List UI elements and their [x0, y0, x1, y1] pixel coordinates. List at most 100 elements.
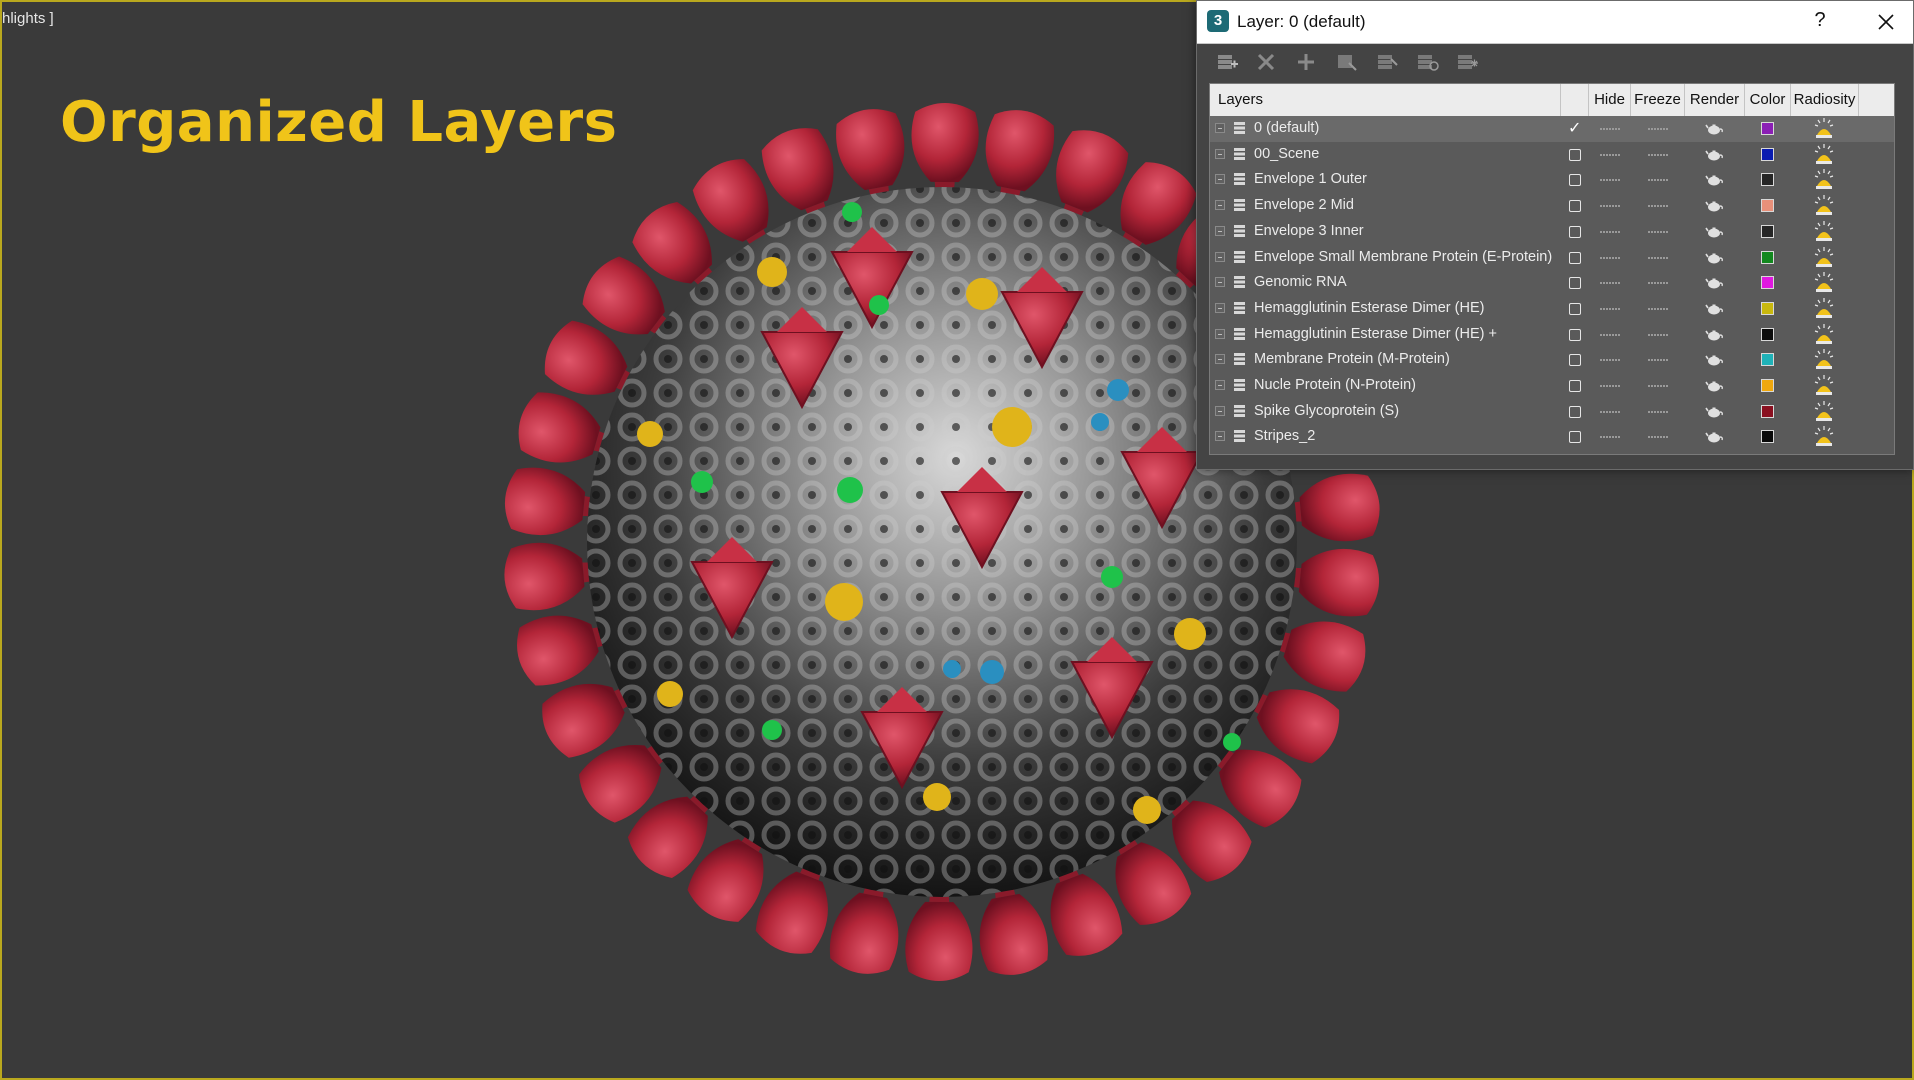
hide-toggle-icon[interactable] [1600, 230, 1620, 234]
layer-row[interactable]: Envelope 2 Mid [1210, 193, 1894, 219]
hide-toggle-icon[interactable] [1600, 127, 1620, 131]
add-to-layer-icon[interactable] [1291, 47, 1321, 77]
set-current-checkbox[interactable] [1569, 225, 1581, 238]
freeze-toggle-icon[interactable] [1648, 230, 1668, 234]
highlight-selected-icon[interactable] [1371, 47, 1401, 77]
hide-toggle-icon[interactable] [1600, 435, 1620, 439]
freeze-toggle-icon[interactable] [1648, 384, 1668, 388]
layer-row[interactable]: Hemagglutinin Esterase Dimer (HE) [1210, 296, 1894, 322]
layer-name[interactable]: Genomic RNA [1254, 274, 1347, 290]
expand-toggle[interactable] [1215, 354, 1225, 365]
set-current-checkbox[interactable] [1569, 302, 1581, 315]
column-header-color[interactable]: Color [1745, 84, 1791, 116]
freeze-toggle-icon[interactable] [1648, 307, 1668, 311]
close-icon[interactable] [1871, 7, 1901, 37]
layer-name[interactable]: Envelope 3 Inner [1254, 223, 1364, 239]
render-teapot-icon[interactable] [1705, 379, 1723, 393]
help-button[interactable]: ? [1805, 9, 1835, 32]
radiosity-lamp-icon[interactable] [1812, 220, 1836, 242]
expand-toggle[interactable] [1215, 225, 1225, 236]
expand-toggle[interactable] [1215, 380, 1225, 390]
layer-name[interactable]: 00_Scene [1254, 146, 1319, 162]
set-current-checkbox[interactable] [1569, 431, 1581, 444]
freeze-toggle-icon[interactable] [1648, 333, 1668, 337]
hide-toggle-icon[interactable] [1600, 153, 1620, 157]
column-header-render[interactable]: Render [1685, 84, 1745, 116]
radiosity-lamp-icon[interactable] [1812, 323, 1836, 345]
freeze-toggle-icon[interactable] [1648, 358, 1668, 362]
expand-toggle[interactable] [1215, 174, 1225, 185]
set-current-checkbox[interactable] [1569, 174, 1581, 187]
hide-toggle-icon[interactable] [1600, 281, 1620, 285]
layer-name[interactable]: 0 (default) [1254, 120, 1319, 136]
freeze-toggle-icon[interactable] [1648, 127, 1668, 131]
radiosity-lamp-icon[interactable] [1812, 117, 1836, 139]
layer-row[interactable]: 0 (default) ✓ [1210, 116, 1894, 142]
layer-color-swatch[interactable] [1761, 404, 1774, 418]
layer-color-swatch[interactable] [1761, 173, 1774, 187]
dialog-titlebar[interactable]: 3 Layer: 0 (default) ? [1197, 1, 1913, 44]
render-teapot-icon[interactable] [1705, 302, 1723, 316]
viewport-label[interactable]: hlights ] [2, 10, 54, 27]
radiosity-lamp-icon[interactable] [1812, 348, 1836, 370]
render-teapot-icon[interactable] [1705, 251, 1723, 265]
render-teapot-icon[interactable] [1705, 199, 1723, 213]
render-teapot-icon[interactable] [1705, 173, 1723, 187]
radiosity-lamp-icon[interactable] [1812, 194, 1836, 216]
layer-row[interactable]: Membrane Protein (M-Protein) [1210, 347, 1894, 373]
freeze-toggle-icon[interactable] [1648, 281, 1668, 285]
layer-color-swatch[interactable] [1761, 122, 1774, 135]
layer-name[interactable]: Stripes_2 [1254, 428, 1315, 444]
hide-toggle-icon[interactable] [1600, 358, 1620, 362]
delete-layer-icon[interactable] [1251, 47, 1281, 77]
layer-row[interactable]: Envelope 3 Inner [1210, 219, 1894, 245]
layer-name[interactable]: Envelope Small Membrane Protein (E-Prote… [1254, 249, 1552, 265]
column-header-freeze[interactable]: Freeze [1631, 84, 1685, 116]
render-teapot-icon[interactable] [1705, 225, 1723, 239]
layer-row[interactable]: Genomic RNA [1210, 270, 1894, 296]
expand-toggle[interactable] [1215, 123, 1225, 133]
freeze-toggle-icon[interactable] [1648, 153, 1668, 157]
radiosity-lamp-icon[interactable] [1812, 271, 1836, 293]
layer-color-swatch[interactable] [1761, 301, 1774, 315]
radiosity-lamp-icon[interactable] [1812, 400, 1836, 422]
render-teapot-icon[interactable] [1705, 122, 1723, 136]
expand-toggle[interactable] [1215, 431, 1225, 442]
layer-row[interactable]: Envelope 1 Outer [1210, 167, 1894, 193]
hide-toggle-icon[interactable] [1600, 384, 1620, 388]
freeze-toggle-icon[interactable] [1648, 435, 1668, 439]
set-current-checkbox[interactable] [1569, 405, 1581, 418]
set-current-checkbox[interactable] [1569, 380, 1581, 392]
set-current-checkbox[interactable] [1569, 251, 1581, 264]
column-header-current[interactable] [1561, 84, 1589, 116]
freeze-all-icon[interactable] [1451, 47, 1481, 77]
column-header-hide[interactable]: Hide [1589, 84, 1631, 116]
freeze-toggle-icon[interactable] [1648, 204, 1668, 208]
radiosity-lamp-icon[interactable] [1812, 168, 1836, 190]
hide-toggle-icon[interactable] [1600, 333, 1620, 337]
layer-color-swatch[interactable] [1761, 276, 1774, 290]
expand-toggle[interactable] [1215, 277, 1225, 288]
expand-toggle[interactable] [1215, 200, 1225, 211]
radiosity-lamp-icon[interactable] [1812, 374, 1836, 396]
layer-row[interactable]: Envelope Small Membrane Protein (E-Prote… [1210, 245, 1894, 271]
layer-color-swatch[interactable] [1761, 224, 1774, 238]
layer-name[interactable]: Hemagglutinin Esterase Dimer (HE) [1254, 300, 1484, 316]
render-teapot-icon[interactable] [1705, 276, 1723, 290]
expand-toggle[interactable] [1215, 148, 1225, 159]
hide-toggle-icon[interactable] [1600, 204, 1620, 208]
hide-toggle-icon[interactable] [1600, 256, 1620, 260]
layer-color-swatch[interactable] [1761, 250, 1774, 264]
layer-row[interactable]: Stripes_2 [1210, 424, 1894, 450]
current-layer-checkmark-icon[interactable]: ✓ [1568, 118, 1584, 137]
render-teapot-icon[interactable] [1705, 148, 1723, 162]
layer-row[interactable]: 00_Scene [1210, 142, 1894, 168]
hide-all-icon[interactable] [1411, 47, 1441, 77]
layer-name[interactable]: Nucle Protein (N-Protein) [1254, 377, 1416, 393]
expand-toggle[interactable] [1215, 302, 1225, 313]
render-teapot-icon[interactable] [1705, 405, 1723, 419]
layer-row[interactable]: Nucle Protein (N-Protein) [1210, 373, 1894, 399]
layer-color-swatch[interactable] [1761, 430, 1774, 444]
layer-name[interactable]: Envelope 1 Outer [1254, 171, 1367, 187]
layer-name[interactable]: Membrane Protein (M-Protein) [1254, 351, 1450, 367]
